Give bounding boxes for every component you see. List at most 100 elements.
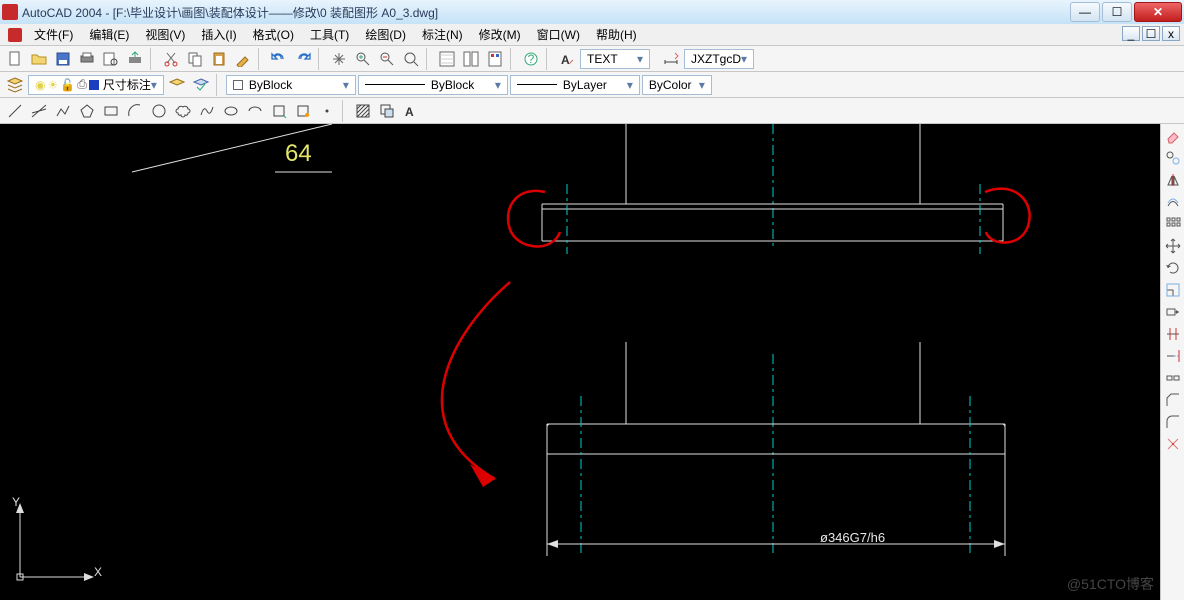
pline-button[interactable] bbox=[52, 100, 74, 122]
explode-button[interactable] bbox=[1163, 434, 1183, 454]
color-combo[interactable]: ByBlock▾ bbox=[226, 75, 356, 95]
extend-button[interactable] bbox=[1163, 346, 1183, 366]
redo-button[interactable] bbox=[292, 48, 314, 70]
menu-view[interactable]: 视图(V) bbox=[137, 23, 193, 46]
print-preview-button[interactable] bbox=[100, 48, 122, 70]
layer-manager-button[interactable] bbox=[4, 74, 26, 96]
properties-button[interactable] bbox=[436, 48, 458, 70]
rectangle-button[interactable] bbox=[100, 100, 122, 122]
make-block-button[interactable] bbox=[292, 100, 314, 122]
layer-previous-button[interactable] bbox=[166, 74, 188, 96]
window-title: AutoCAD 2004 - [F:\毕业设计\画图\装配体设计——修改\0 装… bbox=[22, 4, 1068, 21]
layer-combo[interactable]: ◉ ☀ 🔓 ⎙ 尺寸标注 ▾ bbox=[28, 75, 164, 95]
match-properties-button[interactable] bbox=[232, 48, 254, 70]
xline-button[interactable] bbox=[28, 100, 50, 122]
spline-button[interactable] bbox=[196, 100, 218, 122]
paste-button[interactable] bbox=[208, 48, 230, 70]
mirror-button[interactable] bbox=[1163, 170, 1183, 190]
text-style-button[interactable]: A bbox=[556, 48, 578, 70]
help-button[interactable]: ? bbox=[520, 48, 542, 70]
child-close-button[interactable]: x bbox=[1162, 26, 1180, 41]
svg-text:A: A bbox=[405, 105, 414, 119]
watermark: @51CTO博客 bbox=[1067, 574, 1154, 594]
print-button[interactable] bbox=[76, 48, 98, 70]
app-icon bbox=[2, 4, 18, 20]
linetype-combo[interactable]: ByBlock▾ bbox=[358, 75, 508, 95]
title-bar: AutoCAD 2004 - [F:\毕业设计\画图\装配体设计——修改\0 装… bbox=[0, 0, 1184, 24]
color-swatch bbox=[233, 80, 243, 90]
dimension-value-64: 64 bbox=[285, 140, 312, 168]
zoom-window-button[interactable] bbox=[376, 48, 398, 70]
svg-text:?: ? bbox=[528, 52, 535, 66]
undo-button[interactable] bbox=[268, 48, 290, 70]
menu-tools[interactable]: 工具(T) bbox=[302, 23, 357, 46]
point-button[interactable] bbox=[316, 100, 338, 122]
menu-format[interactable]: 格式(O) bbox=[245, 23, 302, 46]
child-minimize-button[interactable]: _ bbox=[1122, 26, 1140, 41]
plotstyle-combo[interactable]: ByColor▾ bbox=[642, 75, 712, 95]
polygon-button[interactable] bbox=[76, 100, 98, 122]
break-button[interactable] bbox=[1163, 368, 1183, 388]
child-maximize-button[interactable]: ☐ bbox=[1142, 26, 1160, 41]
erase-button[interactable] bbox=[1163, 126, 1183, 146]
maximize-button[interactable]: ☐ bbox=[1102, 2, 1132, 22]
new-button[interactable] bbox=[4, 48, 26, 70]
menu-insert[interactable]: 插入(I) bbox=[193, 23, 244, 46]
insert-block-button[interactable] bbox=[268, 100, 290, 122]
drawing-area[interactable]: 64 ø346G7/h6 Y X @51CTO博客 ▲ ▼ bbox=[0, 124, 1184, 600]
circle-button[interactable] bbox=[148, 100, 170, 122]
offset-button[interactable] bbox=[1163, 192, 1183, 212]
lineweight-combo[interactable]: ByLayer▾ bbox=[510, 75, 640, 95]
copy-button[interactable] bbox=[184, 48, 206, 70]
ucs-x-label: X bbox=[94, 565, 102, 579]
pan-button[interactable] bbox=[328, 48, 350, 70]
region-button[interactable] bbox=[376, 100, 398, 122]
text-style-combo[interactable]: TEXT▾ bbox=[580, 49, 650, 69]
dimension-bottom: ø346G7/h6 bbox=[820, 530, 885, 545]
lock-icon: 🔓 bbox=[60, 78, 75, 92]
line-button[interactable] bbox=[4, 100, 26, 122]
linetype-preview-icon bbox=[365, 84, 425, 85]
menu-file[interactable]: 文件(F) bbox=[26, 23, 81, 46]
designcenter-button[interactable] bbox=[460, 48, 482, 70]
array-button[interactable] bbox=[1163, 214, 1183, 234]
open-button[interactable] bbox=[28, 48, 50, 70]
minimize-button[interactable]: — bbox=[1070, 2, 1100, 22]
dim-style-button[interactable] bbox=[660, 48, 682, 70]
trim-button[interactable] bbox=[1163, 324, 1183, 344]
layers-toolbar: ◉ ☀ 🔓 ⎙ 尺寸标注 ▾ ByBlock▾ ByBlock▾ ByLayer… bbox=[0, 72, 1184, 98]
scale-button[interactable] bbox=[1163, 280, 1183, 300]
menu-window[interactable]: 窗口(W) bbox=[529, 23, 588, 46]
rotate-button[interactable] bbox=[1163, 258, 1183, 278]
mtext-button[interactable]: A bbox=[400, 100, 422, 122]
dim-style-combo[interactable]: JXZTgcD▾ bbox=[684, 49, 754, 69]
zoom-previous-button[interactable] bbox=[400, 48, 422, 70]
fillet-button[interactable] bbox=[1163, 412, 1183, 432]
menu-modify[interactable]: 修改(M) bbox=[471, 23, 529, 46]
tool-palettes-button[interactable] bbox=[484, 48, 506, 70]
menu-help[interactable]: 帮助(H) bbox=[588, 23, 645, 46]
menu-bar: 文件(F) 编辑(E) 视图(V) 插入(I) 格式(O) 工具(T) 绘图(D… bbox=[0, 24, 1184, 46]
hatch-button[interactable] bbox=[352, 100, 374, 122]
make-current-button[interactable] bbox=[190, 74, 212, 96]
svg-text:A: A bbox=[561, 53, 570, 67]
layer-name: 尺寸标注 bbox=[103, 76, 151, 93]
zoom-realtime-button[interactable] bbox=[352, 48, 374, 70]
close-button[interactable]: ✕ bbox=[1134, 2, 1182, 22]
revcloud-button[interactable] bbox=[172, 100, 194, 122]
arc-button[interactable] bbox=[124, 100, 146, 122]
plot-icon: ⎙ bbox=[77, 77, 87, 92]
stretch-button[interactable] bbox=[1163, 302, 1183, 322]
chamfer-button[interactable] bbox=[1163, 390, 1183, 410]
ellipse-button[interactable] bbox=[220, 100, 242, 122]
cut-button[interactable] bbox=[160, 48, 182, 70]
copy-object-button[interactable] bbox=[1163, 148, 1183, 168]
sun-icon: ☀ bbox=[47, 78, 58, 92]
menu-draw[interactable]: 绘图(D) bbox=[357, 23, 414, 46]
ellipse-arc-button[interactable] bbox=[244, 100, 266, 122]
save-button[interactable] bbox=[52, 48, 74, 70]
menu-edit[interactable]: 编辑(E) bbox=[81, 23, 137, 46]
menu-dimension[interactable]: 标注(N) bbox=[414, 23, 471, 46]
publish-button[interactable] bbox=[124, 48, 146, 70]
move-button[interactable] bbox=[1163, 236, 1183, 256]
